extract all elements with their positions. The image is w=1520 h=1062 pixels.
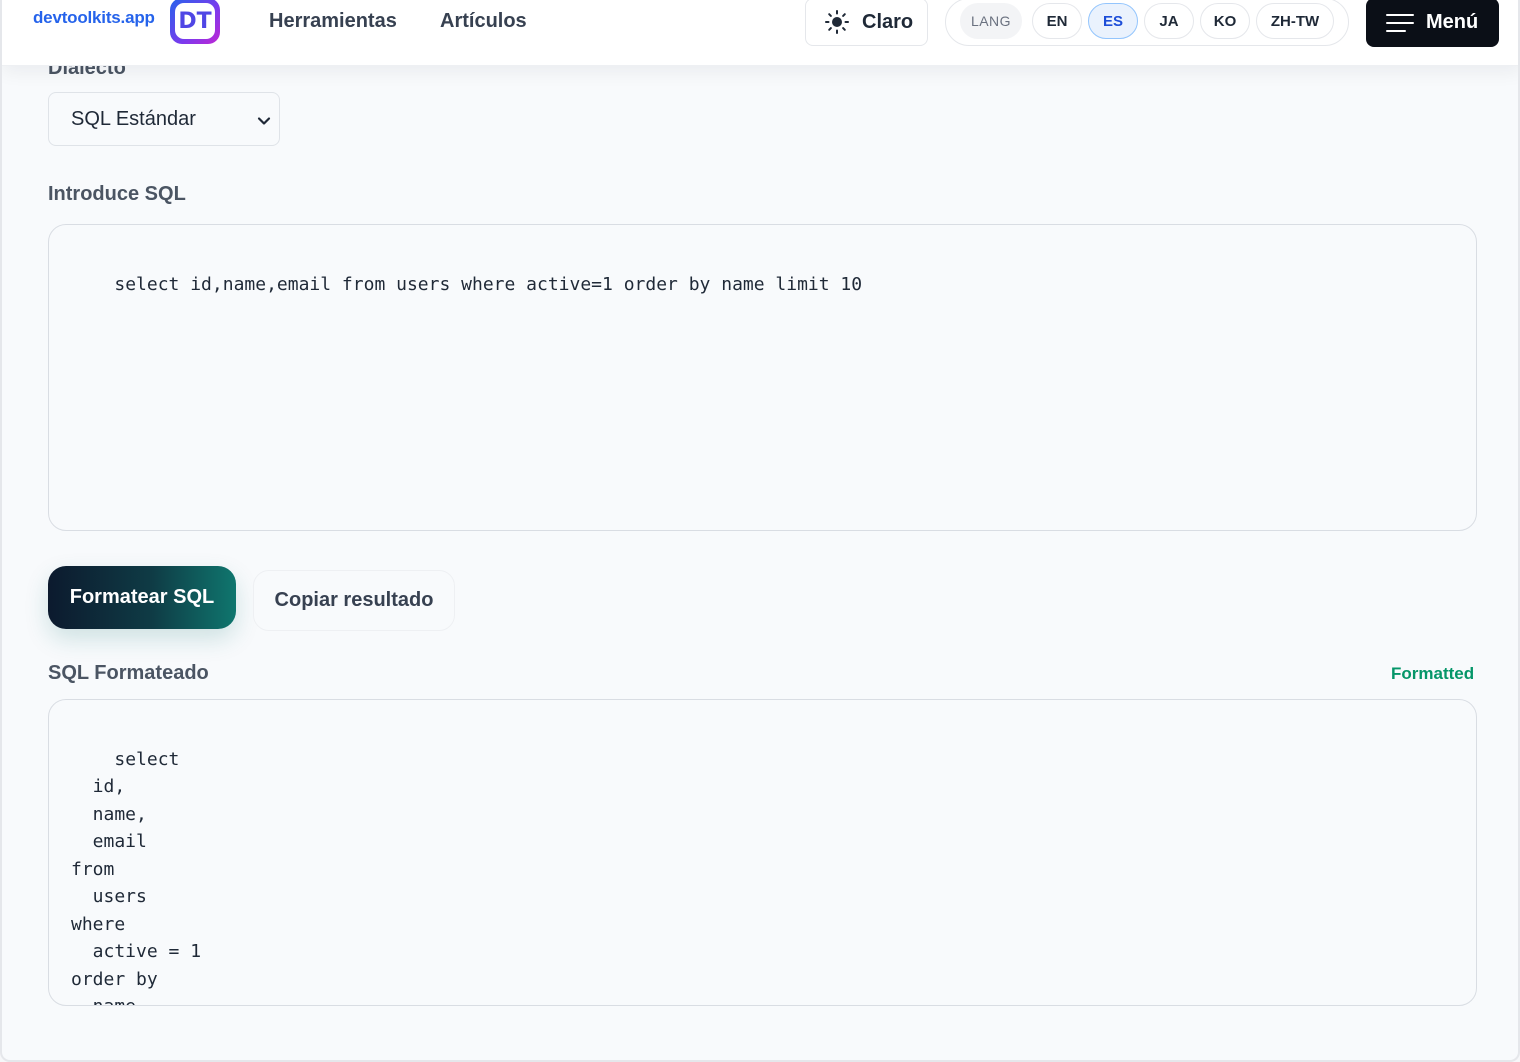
format-sql-button[interactable]: Formatear SQL	[48, 566, 236, 629]
sun-icon	[824, 9, 850, 35]
lang-option-zh-tw[interactable]: ZH-TW	[1256, 3, 1334, 39]
input-label: Introduce SQL	[48, 183, 186, 205]
dialect-select[interactable]: SQL Estándar	[48, 92, 280, 146]
nav-tools-link[interactable]: Herramientas	[269, 10, 397, 33]
language-switcher: LANG EN ES JA KO ZH-TW	[945, 0, 1349, 46]
status-badge: Formatted	[1391, 664, 1475, 683]
logo-mark: DT	[175, 3, 215, 39]
theme-label: Claro	[862, 10, 914, 33]
resize-handle-icon[interactable]	[1462, 516, 1474, 528]
sql-input-value: select id,name,email from users where ac…	[114, 273, 863, 295]
menu-label: Menú	[1426, 11, 1479, 33]
page-frame: devtoolkits.app DT Herramientas Artículo…	[0, 0, 1520, 1062]
output-label: SQL Formateado	[48, 662, 209, 684]
logo-icon[interactable]: DT	[170, 0, 220, 44]
hamburger-icon	[1386, 13, 1414, 32]
menu-button[interactable]: Menú	[1366, 0, 1499, 47]
lang-option-ko[interactable]: KO	[1200, 3, 1250, 39]
nav-articles-link[interactable]: Artículos	[440, 10, 527, 33]
lang-option-es[interactable]: ES	[1088, 3, 1138, 39]
lang-option-ja[interactable]: JA	[1144, 3, 1194, 39]
sql-input-textarea[interactable]: select id,name,email from users where ac…	[48, 224, 1477, 531]
top-header: devtoolkits.app DT Herramientas Artículo…	[2, 0, 1518, 66]
sql-output-textarea[interactable]: select id, name, email from users where …	[48, 699, 1477, 1006]
sql-output-value: select id, name, email from users where …	[71, 748, 202, 1006]
lang-label: LANG	[960, 3, 1022, 39]
copy-result-button[interactable]: Copiar resultado	[253, 570, 455, 631]
chevron-down-icon	[257, 111, 271, 125]
resize-handle-icon[interactable]	[1462, 991, 1474, 1003]
dialect-selected-value: SQL Estándar	[71, 107, 196, 130]
brand-name[interactable]: devtoolkits.app	[33, 8, 155, 28]
theme-toggle-button[interactable]: Claro	[805, 0, 928, 46]
lang-option-en[interactable]: EN	[1032, 3, 1082, 39]
